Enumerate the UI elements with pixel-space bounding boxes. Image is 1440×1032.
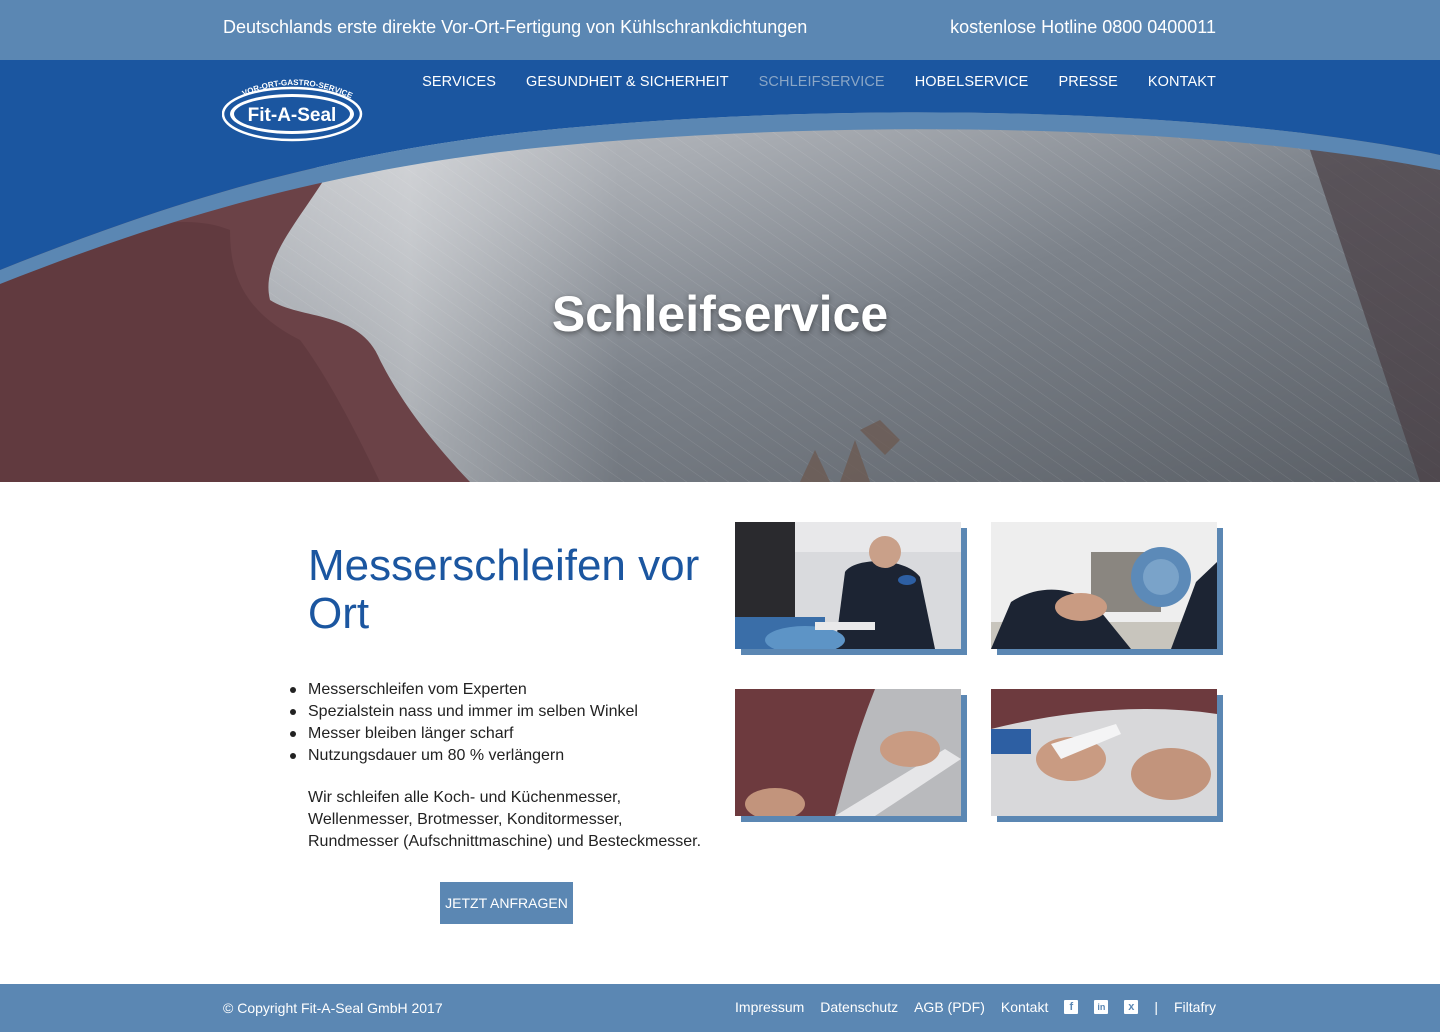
nav-item-presse[interactable]: PRESSE	[1058, 74, 1117, 90]
photo-knife-edge[interactable]	[991, 689, 1223, 822]
footer-link-filtafry[interactable]: Filtafry	[1174, 999, 1216, 1015]
hero-background-image	[0, 60, 1440, 482]
nav-item-hobelservice[interactable]: HOBELSERVICE	[915, 74, 1029, 90]
section-title: Messerschleifen vor Ort	[308, 541, 700, 638]
list-item: Nutzungsdauer um 80 % verlängern	[290, 745, 638, 767]
xing-icon[interactable]: x	[1124, 1000, 1139, 1014]
footer-links: Impressum Datenschutz AGB (PDF) Kontakt …	[719, 999, 1216, 1015]
hotline[interactable]: kostenlose Hotline 0800 0400011	[950, 17, 1216, 38]
section-description: Wir schleifen alle Koch- und Küchenmesse…	[308, 789, 702, 850]
photo-technician-van[interactable]	[735, 522, 967, 655]
copyright: © Copyright Fit-A-Seal GmbH 2017	[223, 1000, 443, 1016]
list-item: Messerschleifen vom Experten	[290, 679, 638, 701]
photo-knife-sharpening[interactable]	[735, 689, 967, 822]
fit-a-seal-logo-icon: VOR-ORT-GASTRO-SERVICE Fit-A-Seal	[221, 78, 363, 142]
jetzt-anfragen-button[interactable]: JETZT ANFRAGEN	[440, 882, 573, 924]
list-item: Messer bleiben länger scharf	[290, 723, 638, 745]
footer: © Copyright Fit-A-Seal GmbH 2017 Impress…	[0, 984, 1440, 1032]
nav-item-schleifservice[interactable]: SCHLEIFSERVICE	[759, 74, 885, 90]
nav-item-gesundheit-sicherheit[interactable]: GESUNDHEIT & SICHERHEIT	[526, 74, 729, 90]
top-bar: Deutschlands erste direkte Vor-Ort-Ferti…	[0, 0, 1440, 60]
knife-sharpening-photo-icon	[735, 689, 961, 816]
facebook-icon[interactable]: f	[1064, 1000, 1079, 1014]
footer-separator: |	[1154, 999, 1158, 1015]
tagline: Deutschlands erste direkte Vor-Ort-Ferti…	[223, 17, 808, 37]
logo-name: Fit-A-Seal	[248, 105, 337, 126]
hero-banner: VOR-ORT-GASTRO-SERVICE Fit-A-Seal SERVIC…	[0, 60, 1440, 482]
feature-list: Messerschleifen vom Experten Spezialstei…	[290, 679, 638, 767]
footer-link-impressum[interactable]: Impressum	[735, 999, 804, 1015]
footer-link-kontakt[interactable]: Kontakt	[1001, 999, 1048, 1015]
photo-grinding-machine[interactable]	[991, 522, 1223, 655]
logo[interactable]: VOR-ORT-GASTRO-SERVICE Fit-A-Seal	[221, 76, 364, 142]
footer-link-agb[interactable]: AGB (PDF)	[914, 999, 985, 1015]
hero-title: Schleifservice	[551, 286, 889, 342]
grinding-machine-photo-icon	[991, 522, 1217, 649]
nav-item-kontakt[interactable]: KONTAKT	[1148, 74, 1216, 90]
nav-item-services[interactable]: SERVICES	[422, 74, 496, 90]
main-nav: SERVICES GESUNDHEIT & SICHERHEIT SCHLEIF…	[392, 74, 1216, 90]
linkedin-icon[interactable]: in	[1094, 1000, 1109, 1014]
knife-edge-photo-icon	[991, 689, 1217, 816]
list-item: Spezialstein nass und immer im selben Wi…	[290, 701, 638, 723]
technician-photo-icon	[735, 522, 961, 649]
footer-link-datenschutz[interactable]: Datenschutz	[820, 999, 898, 1015]
